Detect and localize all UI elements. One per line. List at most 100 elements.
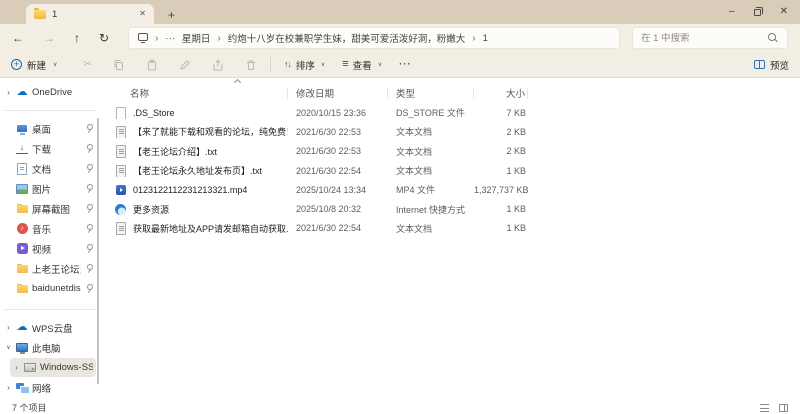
file-row[interactable]: 0123122112231213321.mp4 2025/10/24 13:34…	[114, 180, 800, 199]
column-header-type[interactable]: 类型	[388, 86, 474, 100]
sidebar-item-wps-cloud[interactable]: › ☁ WPS云盘	[2, 318, 96, 337]
rename-button[interactable]	[179, 59, 191, 71]
file-name: 【老王论坛永久地址发布页】.txt	[133, 166, 263, 177]
chevron-right-icon[interactable]: ›	[5, 383, 12, 392]
preview-button[interactable]: 预览	[753, 58, 789, 72]
text-file-icon	[114, 222, 127, 235]
content-area: › ☁ OneDrive 桌面 ↓ 下载 文档 图片 屏幕截图 ♪ 音乐 视频 …	[0, 78, 800, 401]
file-name: 【老王论坛介绍】.txt	[133, 146, 218, 157]
file-size: 1 KB	[506, 204, 526, 215]
file-row[interactable]: 【老王论坛介绍】.txt 2021/6/30 22:53 文本文档 2 KB	[114, 142, 800, 161]
file-date: 2021/6/30 22:53	[296, 126, 362, 137]
search-input[interactable]	[641, 32, 768, 44]
sidebar-item-network[interactable]: › 网络	[2, 378, 96, 397]
sidebar-item-downloads[interactable]: ↓ 下载	[2, 139, 96, 158]
drive-icon	[24, 362, 36, 374]
chevron-down-icon[interactable]: ∨	[5, 345, 12, 351]
file-row[interactable]: .DS_Store 2020/10/15 23:36 DS_STORE 文件 7…	[114, 103, 800, 122]
details-view-toggle-icon[interactable]	[760, 403, 769, 412]
onedrive-cloud-icon: ☁	[16, 86, 28, 98]
new-button[interactable]: + 新建 ∨	[11, 58, 57, 72]
file-row[interactable]: 【老王论坛永久地址发布页】.txt 2021/6/30 22:54 文本文档 1…	[114, 161, 800, 180]
internet-shortcut-icon	[114, 203, 127, 216]
items-count: 7 个项目	[12, 403, 47, 413]
pin-icon	[85, 223, 93, 234]
sidebar-scrollbar[interactable]	[97, 118, 99, 384]
navigation-pane: › ☁ OneDrive 桌面 ↓ 下载 文档 图片 屏幕截图 ♪ 音乐 视频 …	[0, 78, 104, 401]
column-header-name[interactable]: 名称	[114, 86, 288, 100]
file-date: 2025/10/8 20:32	[296, 204, 362, 215]
folder-icon	[34, 7, 46, 19]
sidebar-item-videos[interactable]: 视频	[2, 239, 96, 258]
explorer-tab[interactable]: 1 ✕	[26, 4, 154, 24]
breadcrumb-segment[interactable]: 星期日	[182, 31, 211, 45]
cut-button[interactable]: ✂	[83, 59, 91, 70]
tab-close-icon[interactable]: ✕	[139, 10, 146, 18]
media-file-icon	[114, 183, 127, 196]
copy-button[interactable]	[113, 59, 125, 71]
sidebar-item-desktop[interactable]: 桌面	[2, 119, 96, 138]
refresh-button[interactable]: ↻	[99, 32, 109, 44]
pin-icon	[85, 163, 93, 174]
sidebar-item-label: Windows-SSD	[40, 362, 93, 373]
breadcrumb-segment[interactable]: 1	[483, 33, 488, 44]
column-header-size[interactable]: 大小	[474, 86, 528, 100]
delete-button[interactable]	[245, 59, 257, 71]
computer-icon	[16, 342, 28, 354]
file-row[interactable]: 获取最新地址及APP请发邮箱自动获取.txt 2021/6/30 22:54 文…	[114, 219, 800, 238]
status-bar-toggles	[760, 403, 788, 412]
new-tab-button[interactable]: +	[168, 9, 175, 21]
sort-button[interactable]: ↑ ↓ 排序 ∨	[284, 58, 325, 72]
sidebar-item-screenshots[interactable]: 屏幕截图	[2, 199, 96, 218]
window-controls: – ✕	[729, 0, 788, 24]
copy-icon	[114, 59, 123, 70]
sidebar-item-laowang-folder[interactable]: 上老王论坛当	[2, 259, 96, 278]
sidebar-item-onedrive[interactable]: › ☁ OneDrive	[2, 83, 96, 102]
network-icon	[16, 382, 30, 394]
restore-icon	[753, 6, 763, 16]
text-file-icon	[114, 125, 127, 139]
file-row[interactable]: 【来了就能下载和观看的论坛，纯免费！】.txt 2021/6/30 22:53 …	[114, 122, 800, 141]
back-button[interactable]: ←	[12, 32, 24, 44]
chevron-right-icon[interactable]: ›	[5, 88, 12, 97]
chevron-right-icon[interactable]: ›	[13, 363, 20, 372]
paste-icon	[147, 59, 156, 70]
forward-button[interactable]: →	[43, 32, 55, 44]
minimize-button[interactable]: –	[729, 7, 735, 17]
maximize-restore-button[interactable]	[753, 6, 763, 16]
sidebar-item-label: 上老王论坛当	[32, 264, 81, 276]
pin-icon	[85, 143, 93, 154]
share-button[interactable]	[212, 59, 224, 71]
sidebar-item-pictures[interactable]: 图片	[2, 179, 96, 198]
sidebar-divider	[4, 110, 96, 111]
download-icon: ↓	[16, 143, 28, 154]
close-button[interactable]: ✕	[780, 7, 788, 17]
file-name: 0123122112231213321.mp4	[133, 184, 248, 195]
file-date: 2025/10/24 13:34	[296, 184, 367, 195]
search-box[interactable]	[632, 27, 788, 49]
column-header-date-modified[interactable]: 修改日期	[288, 86, 388, 100]
sidebar-item-label: 音乐	[32, 224, 52, 236]
address-bar[interactable]: › ··· 星期日 › 约炮十八岁在校兼职学生妹，甜美可爱活泼好洞，粉嫩大 › …	[128, 27, 620, 49]
sidebar-item-label: 桌面	[32, 124, 52, 136]
sidebar-item-music[interactable]: ♪ 音乐	[2, 219, 96, 238]
preview-label: 预览	[769, 60, 789, 72]
sidebar-item-windows-ssd[interactable]: › Windows-SSD	[10, 358, 96, 377]
breadcrumb-overflow[interactable]: ···	[165, 33, 175, 44]
pictures-icon	[16, 183, 28, 195]
view-button[interactable]: ≡ 查看 ∨	[342, 58, 382, 72]
breadcrumb-segment[interactable]: 约炮十八岁在校兼职学生妹，甜美可爱活泼好洞，粉嫩大	[228, 31, 466, 45]
file-row[interactable]: 更多资源 2025/10/8 20:32 Internet 快捷方式 1 KB	[114, 199, 800, 218]
see-more-button[interactable]: ···	[399, 59, 412, 70]
up-button[interactable]: ↑	[74, 32, 80, 44]
sidebar-item-label: WPS云盘	[32, 323, 73, 335]
large-icons-view-toggle-icon[interactable]	[779, 403, 788, 412]
sidebar-item-documents[interactable]: 文档	[2, 159, 96, 178]
sidebar-item-baidunetdisk[interactable]: baidunetdisk	[2, 279, 96, 298]
paste-button[interactable]	[146, 59, 158, 71]
chevron-right-icon[interactable]: ›	[5, 323, 12, 332]
sidebar-item-label: 网络	[32, 383, 52, 395]
sidebar-item-this-pc[interactable]: ∨ 此电脑	[2, 338, 96, 357]
sidebar-item-label: baidunetdisk	[32, 283, 81, 294]
navigation-bar: ← → ↑ ↻ › ··· 星期日 › 约炮十八岁在校兼职学生妹，甜美可爱活泼好…	[0, 24, 800, 52]
